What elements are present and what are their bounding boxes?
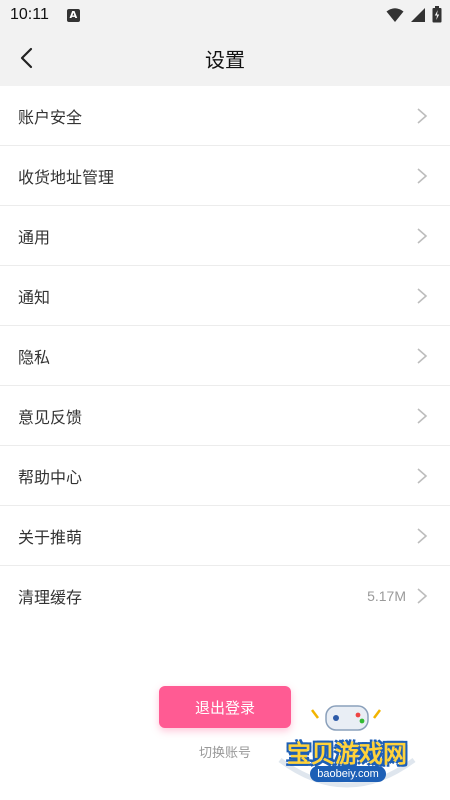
chevron-right-icon xyxy=(417,347,428,364)
chevron-right-icon xyxy=(417,407,428,424)
status-time: 10:11 xyxy=(10,6,49,23)
chevron-right-icon xyxy=(417,527,428,544)
settings-item-label: 账户安全 xyxy=(18,107,83,127)
wifi-icon xyxy=(386,7,404,22)
status-bar: 10:11 A xyxy=(0,0,450,30)
chevron-right-icon xyxy=(417,167,428,184)
chevron-left-icon xyxy=(20,47,33,69)
settings-item-label: 清理缓存 xyxy=(18,587,83,607)
settings-item-label: 通知 xyxy=(18,287,51,307)
settings-item-label: 通用 xyxy=(18,227,51,247)
settings-item-privacy[interactable]: 隐私 xyxy=(0,326,450,386)
settings-item-label: 收货地址管理 xyxy=(18,167,115,187)
status-icons xyxy=(386,6,442,23)
settings-item-notifications[interactable]: 通知 xyxy=(0,266,450,326)
settings-item-address[interactable]: 收货地址管理 xyxy=(0,146,450,206)
watermark-url: baobeiy.com xyxy=(310,766,386,782)
settings-list: 账户安全 收货地址管理 通用 通知 隐私 意见反馈 帮助中心 关于推萌 清理缓存… xyxy=(0,86,450,626)
settings-item-account-security[interactable]: 账户安全 xyxy=(0,86,450,146)
settings-item-label: 隐私 xyxy=(18,347,51,367)
site-watermark: 宝贝游戏网 baobeiy.com xyxy=(272,700,422,796)
chevron-right-icon xyxy=(417,107,428,124)
settings-item-feedback[interactable]: 意见反馈 xyxy=(0,386,450,446)
settings-item-help-center[interactable]: 帮助中心 xyxy=(0,446,450,506)
signal-icon xyxy=(411,7,425,22)
watermark-text: 宝贝游戏网 xyxy=(287,740,407,768)
settings-item-label: 帮助中心 xyxy=(18,467,83,487)
settings-item-general[interactable]: 通用 xyxy=(0,206,450,266)
page-title: 设置 xyxy=(205,47,245,72)
settings-item-about[interactable]: 关于推萌 xyxy=(0,506,450,566)
back-button[interactable] xyxy=(14,44,42,72)
header: 设置 xyxy=(0,30,450,86)
chevron-right-icon xyxy=(417,467,428,484)
cache-size-value: 5.17M xyxy=(367,587,406,604)
settings-item-clear-cache[interactable]: 清理缓存 5.17M xyxy=(0,566,450,626)
settings-item-label: 关于推萌 xyxy=(18,527,83,547)
battery-icon xyxy=(432,6,442,23)
settings-item-label: 意见反馈 xyxy=(18,407,83,427)
chevron-right-icon xyxy=(417,227,428,244)
chevron-right-icon xyxy=(417,587,428,604)
chevron-right-icon xyxy=(417,287,428,304)
notification-icon: A xyxy=(66,8,80,22)
